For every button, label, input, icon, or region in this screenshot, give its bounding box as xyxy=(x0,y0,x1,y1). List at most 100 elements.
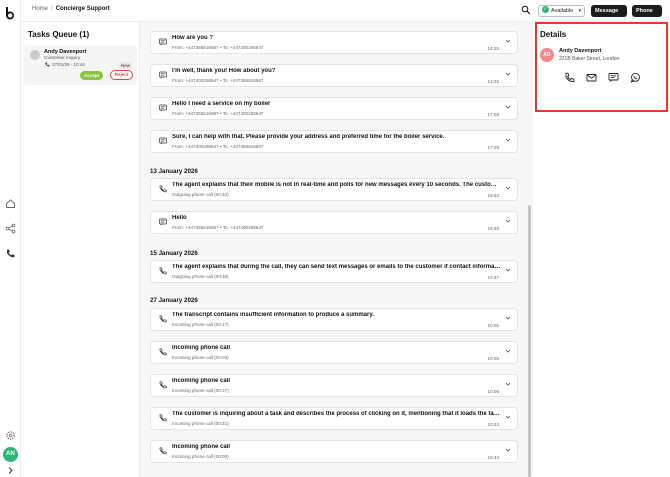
message-button[interactable]: Message ↗ xyxy=(591,5,627,26)
card-time: 10:06 xyxy=(487,356,500,361)
message-card[interactable]: Hello I need a service on my boiler From… xyxy=(150,97,518,120)
card-time: 16:56 xyxy=(487,226,500,231)
card-title: The agent explains that their mobile is … xyxy=(172,182,502,188)
card-meta: Incoming phone call (00:17) xyxy=(172,388,229,393)
chevron-down-icon[interactable] xyxy=(505,38,511,44)
call-card[interactable]: The agent explains that during the call,… xyxy=(150,260,518,283)
tasks-queue-title: Tasks Queue (1) xyxy=(28,30,90,39)
chevron-down-icon[interactable] xyxy=(505,381,511,387)
search-icon[interactable] xyxy=(521,5,531,15)
call-icon xyxy=(159,267,167,275)
card-title: Hello xyxy=(172,215,187,221)
message-card[interactable]: Sure, I can help with that. Please provi… xyxy=(150,130,518,153)
call-card[interactable]: Incoming phone call Incoming phone call … xyxy=(150,440,518,463)
check-icon: ✓ xyxy=(542,6,549,14)
timeline-scrollbar[interactable] xyxy=(528,205,531,477)
card-title: Incoming phone call xyxy=(172,444,231,450)
call-card[interactable]: The agent explains that their mobile is … xyxy=(150,178,518,201)
call-icon xyxy=(159,381,167,389)
expand-icon[interactable] xyxy=(5,465,16,476)
chevron-down-icon[interactable] xyxy=(505,447,511,453)
status-label: Available xyxy=(551,8,574,14)
home-icon[interactable] xyxy=(5,198,16,209)
card-time: 17:08 xyxy=(487,112,500,117)
message-card[interactable]: How are you ? From: +447355616587 • To: … xyxy=(150,31,518,54)
call-card[interactable]: The transcript contains insufficient inf… xyxy=(150,308,518,331)
card-meta: From: +447355616587 • To: +447400298647 xyxy=(172,111,264,116)
task-contact-name: Andy Davenport xyxy=(44,49,87,55)
message-icon xyxy=(159,104,167,112)
card-time: 10:44 xyxy=(487,455,500,460)
phone-icon[interactable] xyxy=(5,248,16,259)
chevron-down-icon[interactable] xyxy=(505,104,511,110)
phone-button[interactable]: Phone ✆ xyxy=(632,5,662,26)
share-icon[interactable] xyxy=(5,223,16,234)
call-icon xyxy=(159,185,167,193)
card-meta: Outgoing phone call (00:30) xyxy=(172,274,229,279)
card-meta: From: +447355616587 • To: +447400298647 xyxy=(172,225,264,230)
call-icon xyxy=(159,315,167,323)
caret-down-icon: ▾ xyxy=(578,8,581,14)
card-time: 16:53 xyxy=(487,193,500,198)
breadcrumb-current: Concierge Support xyxy=(55,6,110,12)
message-icon xyxy=(159,71,167,79)
chevron-down-icon[interactable] xyxy=(505,315,511,321)
card-meta: From: +447400298647 • To: +447355616587 xyxy=(172,78,264,83)
card-meta: From: +447400298647 • To: +447355616587 xyxy=(172,144,264,149)
call-card[interactable]: The customer is inquiring about a task a… xyxy=(150,407,518,430)
breadcrumb-home[interactable]: Home xyxy=(32,6,48,12)
card-meta: From: +447355616587 • To: +447400298647 xyxy=(172,45,264,50)
chevron-down-icon[interactable] xyxy=(505,71,511,77)
accept-button[interactable]: Accept xyxy=(80,71,103,80)
tasks-queue-panel: Tasks Queue (1) Andy Davenport Customer … xyxy=(21,22,140,477)
message-icon xyxy=(159,218,167,226)
task-subject: Customer inquiry xyxy=(44,56,81,61)
chevron-down-icon[interactable] xyxy=(505,348,511,354)
date-separator: 15 January 2026 xyxy=(150,250,198,257)
message-icon xyxy=(159,38,167,46)
card-time: 17:08 xyxy=(487,145,500,150)
message-card[interactable]: Hello From: +447355616587 • To: +4474002… xyxy=(150,211,518,234)
card-meta: Incoming phone call (00:02) xyxy=(172,355,229,360)
app: AN Home / Concierge Support ✓ Available ▾ M… xyxy=(0,0,670,477)
card-title: I'm well, thank you! How about you? xyxy=(172,68,276,74)
card-title: Incoming phone call xyxy=(172,345,231,351)
chevron-down-icon[interactable] xyxy=(505,267,511,273)
conversation-timeline[interactable]: How are you ? From: +447355616587 • To: … xyxy=(140,22,533,477)
call-icon xyxy=(159,348,167,356)
chevron-down-icon[interactable] xyxy=(505,137,511,143)
message-button-label: Message xyxy=(595,8,619,14)
card-title: The agent explains that during the call,… xyxy=(172,264,502,270)
status-dropdown[interactable]: ✓ Available ▾ xyxy=(538,5,585,17)
task-item[interactable]: Andy Davenport Customer inquiry 27/01/26… xyxy=(24,45,137,85)
reject-button[interactable]: Reject xyxy=(110,70,133,80)
phone-icon xyxy=(45,62,50,67)
message-card[interactable]: I'm well, thank you! How about you? From… xyxy=(150,64,518,87)
card-meta: Incoming phone call (00:17) xyxy=(172,322,229,327)
card-meta: Outgoing phone call (00:33) xyxy=(172,192,229,197)
card-time: 10:05 xyxy=(487,323,500,328)
chevron-down-icon[interactable] xyxy=(505,218,511,224)
card-time: 14:25 xyxy=(487,79,500,84)
call-card[interactable]: Incoming phone call Incoming phone call … xyxy=(150,374,518,397)
date-separator: 13 January 2026 xyxy=(150,168,198,175)
phone-button-label: Phone xyxy=(636,8,653,14)
user-avatar[interactable]: AN xyxy=(3,447,18,462)
date-separator: 27 January 2026 xyxy=(150,297,198,304)
card-title: Incoming phone call xyxy=(172,378,231,384)
settings-icon[interactable] xyxy=(5,430,16,441)
card-time: 10:43 xyxy=(487,422,500,427)
card-title: How are you ? xyxy=(172,35,214,41)
card-time: 14:25 xyxy=(487,46,500,51)
chevron-down-icon[interactable] xyxy=(505,414,511,420)
card-time: 10:37 xyxy=(487,275,500,280)
left-rail: AN xyxy=(0,0,21,477)
contact-avatar xyxy=(30,50,40,60)
logo-icon[interactable] xyxy=(4,6,17,21)
breadcrumb-separator: / xyxy=(51,6,53,12)
card-title: Sure, I can help with that. Please provi… xyxy=(172,134,445,140)
card-title: The customer is inquiring about a task a… xyxy=(172,411,502,417)
chevron-down-icon[interactable] xyxy=(505,185,511,191)
task-time: 27/01/26 - 10:44 xyxy=(52,62,85,67)
call-card[interactable]: Incoming phone call Incoming phone call … xyxy=(150,341,518,364)
